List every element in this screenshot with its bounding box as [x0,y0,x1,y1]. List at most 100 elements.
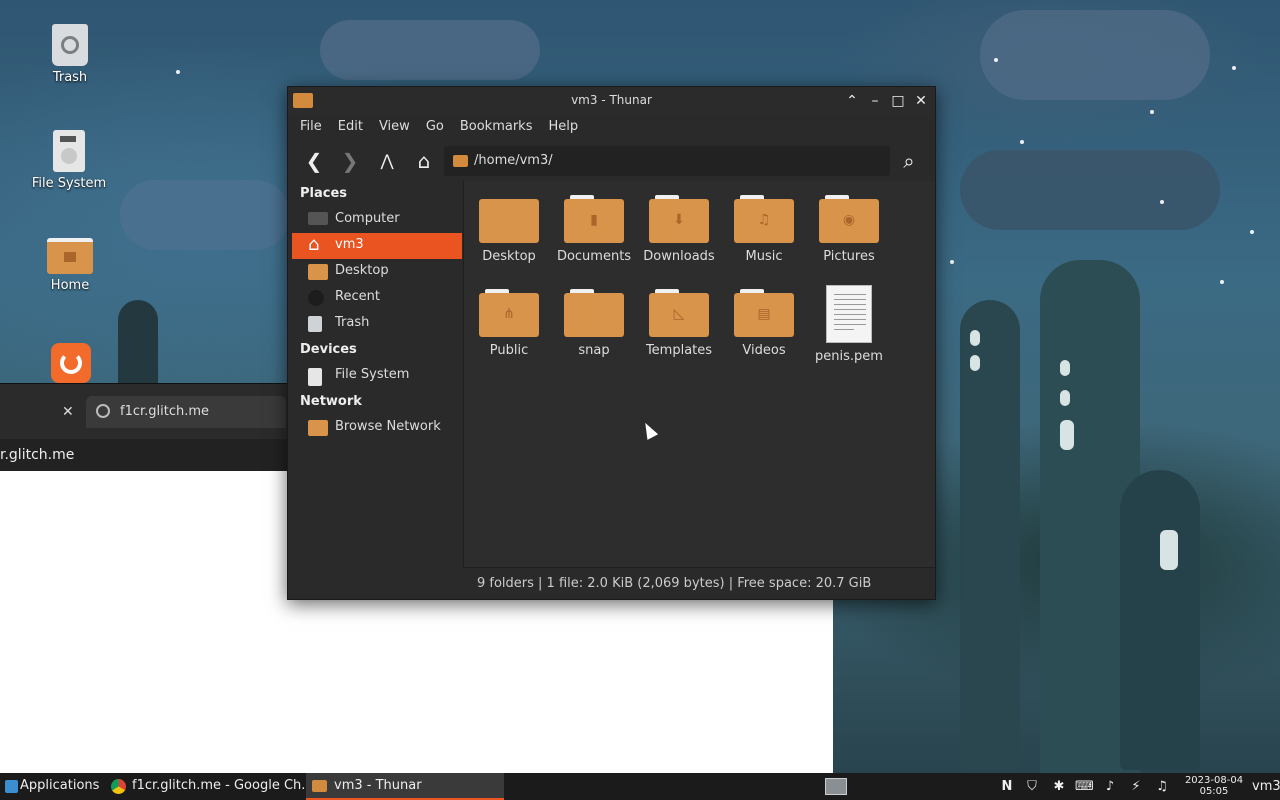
trash-icon [308,316,322,332]
folder-icon [564,289,624,337]
sidebar-item-desktop[interactable]: Desktop [288,259,462,285]
taskbar-task-thunar[interactable]: vm3 - Thunar [306,773,504,800]
sidebar-item-file-system[interactable]: File System [288,363,462,389]
search-button[interactable]: ⌕ [895,147,923,175]
home-icon: ⌂ [308,234,320,255]
desktop-icon-file-system[interactable]: File System [24,130,114,191]
window-titlebar[interactable]: vm3 - Thunar ⌃ – □ ✕ [288,87,935,115]
sidebar-heading-places: Places [300,186,348,201]
file-item-public[interactable]: ⋔ Public [467,289,551,358]
sidebar-item-browse-network[interactable]: Browse Network [288,415,462,441]
forward-button[interactable]: ❯ [336,147,364,175]
file-item-downloads[interactable]: ⬇ Downloads [637,195,721,264]
clock-date: 2023-08-04 [1184,775,1244,786]
sidebar-item-computer[interactable]: Computer [288,207,462,233]
volume-icon[interactable]: ♪ [1101,778,1119,796]
file-item-music[interactable]: ♫ Music [722,195,806,264]
folder-desktop-icon [479,195,539,243]
wallpaper-tower [960,300,1020,770]
sidebar-item-recent[interactable]: Recent [288,285,462,311]
sidebar-heading-devices: Devices [300,342,357,357]
toolbar: ❮ ❯ ⋀ ⌂ /home/vm3/ ⌕ [288,141,935,181]
file-item-label: Pictures [823,249,875,264]
thunar-app-icon [312,780,327,792]
location-bar[interactable]: /home/vm3/ [444,146,890,176]
desktop-icon-trash[interactable]: Trash [25,24,115,85]
menu-help[interactable]: Help [540,115,586,141]
file-item-label: Music [745,249,783,264]
user-menu[interactable]: vm3 [1252,779,1280,794]
menubar: File Edit View Go Bookmarks Help [288,115,935,141]
file-item-label: Public [489,343,529,358]
file-item-videos[interactable]: ▤ Videos [722,289,806,358]
recent-icon [308,290,324,306]
wallpaper-tower [118,300,158,390]
sidebar: Places Computer ⌂ vm3 Desktop Recent Tra… [288,181,462,599]
desktop-folder-icon [308,264,328,280]
file-item-templates[interactable]: ◺ Templates [637,289,721,358]
notes-icon[interactable]: N [998,778,1016,796]
globe-icon [96,404,110,418]
thunar-window: vm3 - Thunar ⌃ – □ ✕ File Edit View Go B… [287,86,936,600]
power-icon[interactable]: ⚡ [1127,778,1145,796]
file-item-pictures[interactable]: ◉ Pictures [807,195,891,264]
minimize-button[interactable]: – [865,91,885,111]
file-item-penis-pem[interactable]: penis.pem [807,285,891,364]
menu-file[interactable]: File [292,115,330,141]
up-button[interactable]: ⋀ [373,147,401,175]
chrome-icon [111,779,126,794]
sidebar-item-label: File System [335,367,410,382]
browser-tab-label: f1cr.glitch.me [120,404,210,419]
file-item-label: Desktop [482,249,536,264]
text-document-icon [826,285,872,343]
location-path: /home/vm3/ [474,153,553,168]
file-view[interactable]: Desktop ▮ Documents ⬇ Downloads ♫ Music … [463,181,935,567]
shield-icon[interactable]: ⛉ [1023,778,1041,796]
content-area: Places Computer ⌂ vm3 Desktop Recent Tra… [288,181,935,599]
wallpaper-cloud [960,150,1220,230]
browser-tab[interactable]: f1cr.glitch.me [86,396,286,428]
tab-close-icon[interactable]: ✕ [62,404,74,420]
taskbar: Applications f1cr.glitch.me - Google Ch.… [0,773,1280,800]
applications-menu[interactable]: Applications [2,773,106,800]
menu-bookmarks[interactable]: Bookmarks [452,115,541,141]
desktop-icon-home[interactable]: Home [25,238,115,293]
taskbar-task-label: f1cr.glitch.me - Google Ch... [132,778,304,793]
file-item-documents[interactable]: ▮ Documents [552,195,636,264]
desktop-icon-label: Trash [52,70,88,85]
taskbar-task-browser[interactable]: f1cr.glitch.me - Google Ch... [108,773,304,800]
wallpaper-star [176,70,180,74]
wallpaper-star [1020,140,1024,144]
computer-icon [308,212,328,225]
menu-go[interactable]: Go [418,115,452,141]
home-button[interactable]: ⌂ [410,147,438,175]
updates-icon[interactable]: ✱ [1050,778,1068,796]
window-title: vm3 - Thunar [571,93,652,107]
sidebar-item-label: Trash [335,315,370,330]
workspace-switcher[interactable] [825,778,847,795]
sidebar-item-trash[interactable]: Trash [288,311,462,337]
file-item-desktop[interactable]: Desktop [467,195,551,264]
app-launcher-icon[interactable] [51,343,91,383]
keyboard-icon[interactable]: ⌨ [1075,778,1094,796]
applications-label: Applications [20,778,100,793]
menu-edit[interactable]: Edit [330,115,371,141]
folder-templates-icon: ◺ [649,289,709,337]
sidebar-item-label: Browse Network [335,419,441,434]
shade-button[interactable]: ⌃ [842,91,862,111]
file-item-label: Downloads [643,249,715,264]
maximize-button[interactable]: □ [888,91,908,111]
wallpaper-tower [1120,470,1200,770]
file-item-label: Templates [645,343,713,358]
back-button[interactable]: ❮ [300,147,328,175]
sidebar-item-vm3[interactable]: ⌂ vm3 [292,233,462,259]
file-item-label: snap [578,343,610,358]
desktop-icon-label: File System [31,176,107,191]
file-item-snap[interactable]: snap [552,289,636,358]
clock[interactable]: 2023-08-04 05:05 [1183,775,1245,797]
close-button[interactable]: ✕ [911,91,931,111]
wallpaper-star [1250,230,1254,234]
notification-bell-icon[interactable]: ♫ [1153,778,1171,796]
sidebar-item-label: Computer [335,211,400,226]
menu-view[interactable]: View [371,115,418,141]
